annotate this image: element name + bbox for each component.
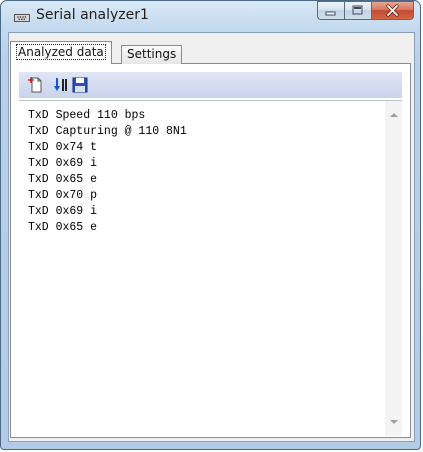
- log-line: TxD Speed 110 bps: [28, 109, 146, 122]
- save-disk-icon[interactable]: [71, 76, 89, 94]
- new-document-icon[interactable]: [27, 76, 45, 94]
- window-controls: [317, 1, 414, 20]
- tab-settings[interactable]: Settings: [121, 45, 183, 64]
- vertical-scrollbar[interactable]: [385, 101, 402, 436]
- close-button[interactable]: [371, 1, 414, 20]
- log-line: TxD Capturing @ 110 8N1: [28, 125, 187, 138]
- toolbar: [19, 72, 402, 98]
- tab-analyzed-data[interactable]: Analyzed data: [10, 41, 112, 64]
- tab-settings-label: Settings: [127, 47, 177, 61]
- log-line: TxD 0x65 e: [28, 173, 98, 186]
- log-line: TxD 0x69 i: [28, 157, 98, 170]
- maximize-icon: [352, 5, 363, 15]
- tab-analyzed-data-label: Analyzed data: [16, 44, 106, 60]
- log-line: TxD 0x65 e: [28, 221, 98, 234]
- analyzed-data-log[interactable]: TxD Speed 110 bps TxD Capturing @ 110 8N…: [19, 100, 402, 436]
- title-bar[interactable]: Serial analyzer1: [1, 1, 420, 31]
- log-lines: TxD Speed 110 bps TxD Capturing @ 110 8N…: [28, 108, 187, 236]
- log-line: TxD 0x69 i: [28, 205, 98, 218]
- log-line: TxD 0x70 p: [28, 189, 98, 202]
- log-line: TxD 0x74 t: [28, 141, 98, 154]
- pause-capture-icon[interactable]: [52, 76, 70, 94]
- scroll-up-arrow-icon[interactable]: [390, 113, 398, 117]
- minimize-button[interactable]: [317, 1, 344, 20]
- minimize-icon: [325, 11, 336, 16]
- maximize-button[interactable]: [344, 1, 371, 20]
- close-icon: [386, 4, 399, 17]
- serial-port-icon: [14, 14, 30, 22]
- window-title: Serial analyzer1: [36, 7, 149, 23]
- scroll-down-arrow-icon[interactable]: [390, 420, 398, 424]
